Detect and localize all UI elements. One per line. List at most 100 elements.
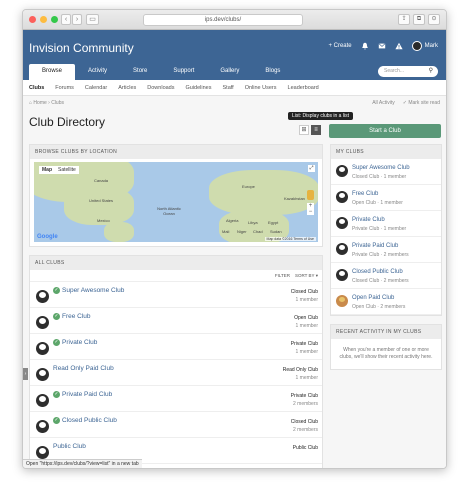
club-name[interactable]: Read Only Paid Club — [53, 365, 114, 372]
club-members: 1 member — [295, 349, 318, 355]
club-avatar[interactable] — [336, 191, 348, 203]
share-icon[interactable]: ⇪ — [398, 14, 410, 25]
club-title[interactable]: ✓ Super Awesome Club — [53, 287, 124, 294]
club-row[interactable]: Read Only Paid Club Read Only Club 1 membe… — [30, 360, 322, 386]
club-name[interactable]: Public Club — [53, 443, 86, 450]
secondary-nav: Clubs Forums Calendar Articles Downloads… — [23, 80, 446, 96]
my-club-item[interactable]: Free Club Open Club · 1 member — [331, 185, 441, 211]
my-club-name[interactable]: Open Paid Club — [352, 295, 394, 301]
club-row[interactable]: ✓ Super Awesome Club Closed Club 1 member — [30, 282, 322, 308]
filter-button[interactable]: FILTER — [275, 273, 290, 278]
map-attribution[interactable]: Map data ©2016 Terms of Use — [264, 237, 316, 241]
subnav-leaderboard[interactable]: Leaderboard — [288, 85, 319, 91]
club-row[interactable]: ✓ Free Club Open Club 1 member — [30, 308, 322, 334]
list-view-icon[interactable]: ≡ — [311, 125, 321, 135]
check-icon: ✓ — [53, 391, 60, 398]
messages-icon[interactable] — [378, 42, 386, 50]
club-row[interactable]: ✓ Closed Public Club Closed Club 2 members — [30, 412, 322, 438]
club-title[interactable]: Read Only Paid Club — [53, 365, 114, 372]
minimize-window-button[interactable] — [40, 16, 47, 23]
club-name[interactable]: Private Club — [62, 339, 97, 346]
club-avatar[interactable] — [36, 290, 49, 303]
tabs-icon[interactable]: ⧉ — [413, 14, 425, 25]
club-name[interactable]: Private Paid Club — [62, 391, 112, 398]
club-title[interactable]: ✓ Private Paid Club — [53, 391, 112, 398]
my-club-item[interactable]: Private Paid Club Private Club · 2 member… — [331, 237, 441, 263]
my-club-name[interactable]: Super Awesome Club — [352, 165, 410, 171]
nav-tab-gallery[interactable]: Gallery — [207, 64, 252, 80]
breadcrumb-path[interactable]: Home › Clubs — [33, 100, 64, 106]
nav-tab-store[interactable]: Store — [120, 64, 160, 80]
grid-view-icon[interactable]: ⊞ — [299, 125, 309, 135]
notifications-icon[interactable] — [361, 42, 369, 50]
subnav-online-users[interactable]: Online Users — [245, 85, 277, 91]
all-activity-link[interactable]: All Activity — [372, 100, 395, 106]
sort-button[interactable]: SORT BY ▾ — [295, 273, 318, 279]
club-avatar[interactable] — [36, 420, 49, 433]
club-title[interactable]: ✓ Free Club — [53, 313, 91, 320]
club-avatar[interactable] — [336, 295, 348, 307]
club-avatar[interactable] — [36, 446, 49, 459]
map-panel: BROWSE CLUBS BY LOCATION Map Satellite C… — [29, 144, 323, 247]
club-avatar[interactable] — [336, 269, 348, 281]
search-input[interactable]: Search... ⚲ — [378, 66, 438, 77]
nav-tab-browse[interactable]: Browse — [29, 64, 76, 80]
subnav-articles[interactable]: Articles — [118, 85, 136, 91]
forward-button[interactable]: › — [72, 14, 82, 25]
my-club-name[interactable]: Free Club — [352, 191, 378, 197]
zoom-window-button[interactable] — [51, 16, 58, 23]
club-title[interactable]: ✓ Private Club — [53, 339, 97, 346]
my-club-item[interactable]: Super Awesome Club Closed Club · 1 member — [331, 159, 441, 185]
club-name[interactable]: Closed Public Club — [62, 417, 117, 424]
subnav-clubs[interactable]: Clubs — [29, 85, 44, 91]
my-club-item[interactable]: Private Club Private Club · 1 member — [331, 211, 441, 237]
sidebar-toggle-icon[interactable]: ▭ — [86, 14, 99, 25]
create-menu[interactable]: + Create — [328, 43, 351, 49]
subnav-forums[interactable]: Forums — [55, 85, 74, 91]
club-avatar[interactable] — [36, 368, 49, 381]
fullscreen-icon[interactable]: ⤢ — [308, 165, 315, 172]
club-name[interactable]: Free Club — [62, 313, 91, 320]
satellite-tab[interactable]: Satellite — [55, 166, 79, 174]
mark-read-link[interactable]: ✓ Mark site read — [403, 100, 440, 106]
street-view-icon[interactable] — [307, 190, 314, 200]
club-avatar[interactable] — [336, 243, 348, 255]
club-avatar[interactable] — [336, 217, 348, 229]
club-title[interactable]: ✓ Closed Public Club — [53, 417, 117, 424]
address-bar[interactable]: ips.dev/clubs/ — [143, 14, 303, 26]
my-club-item[interactable]: Closed Public Club Closed Club · 2 member… — [331, 263, 441, 289]
subnav-downloads[interactable]: Downloads — [147, 85, 174, 91]
my-club-item[interactable]: Open Paid Club Open Club · 2 members — [331, 289, 441, 315]
nav-tab-activity[interactable]: Activity — [75, 64, 120, 80]
nav-tab-support[interactable]: Support — [160, 64, 207, 80]
map-tab[interactable]: Map — [39, 166, 55, 174]
club-avatar[interactable] — [336, 165, 348, 177]
subnav-guidelines[interactable]: Guidelines — [186, 85, 212, 91]
nav-tab-blogs[interactable]: Blogs — [252, 64, 293, 80]
search-icon[interactable]: ⚲ — [429, 67, 433, 74]
back-button[interactable]: ‹ — [61, 14, 71, 25]
my-club-name[interactable]: Closed Public Club — [352, 269, 403, 275]
clubs-map[interactable]: Map Satellite Canada United States Mexic… — [34, 162, 318, 242]
user-menu[interactable]: Mark — [411, 41, 438, 51]
start-club-button[interactable]: Start a Club — [329, 124, 441, 138]
club-row[interactable]: ✓ Private Paid Club Private Club 2 members — [30, 386, 322, 412]
site-brand[interactable]: Invision Community — [29, 41, 134, 55]
zoom-out-icon[interactable]: − — [307, 209, 314, 215]
download-icon[interactable]: ⊙ — [428, 14, 440, 25]
club-row[interactable]: ✓ Private Club Private Club 1 member — [30, 334, 322, 360]
my-club-name[interactable]: Private Club — [352, 217, 385, 223]
side-panel-toggle[interactable]: › — [23, 368, 28, 380]
club-avatar[interactable] — [36, 316, 49, 329]
browser-toolbar: ‹ › ▭ ips.dev/clubs/ ⇪ ⧉ ⊙ — [23, 10, 446, 30]
close-window-button[interactable] — [29, 16, 36, 23]
subnav-calendar[interactable]: Calendar — [85, 85, 107, 91]
my-club-name[interactable]: Private Paid Club — [352, 243, 398, 249]
club-avatar[interactable] — [36, 342, 49, 355]
club-name[interactable]: Super Awesome Club — [62, 287, 124, 294]
subnav-staff[interactable]: Staff — [223, 85, 234, 91]
club-avatar[interactable] — [36, 394, 49, 407]
warning-icon[interactable] — [395, 42, 403, 50]
recent-activity-panel: RECENT ACTIVITY IN MY CLUBS When you're … — [330, 324, 442, 370]
club-title[interactable]: Public Club — [53, 443, 86, 450]
